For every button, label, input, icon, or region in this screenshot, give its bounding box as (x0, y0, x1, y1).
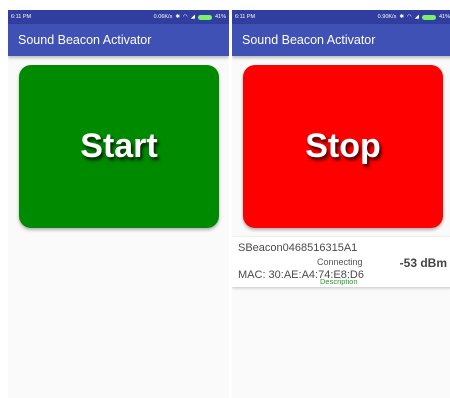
wifi-icon: ◠ (182, 14, 188, 20)
beacon-rssi: -53 dBm (399, 256, 447, 270)
network-speed: 0.06K/s (153, 14, 173, 20)
bluetooth-icon: ✱ (175, 14, 180, 20)
start-button[interactable]: Start (19, 65, 219, 228)
battery-percent: 41% (438, 14, 450, 20)
battery-icon (197, 14, 212, 20)
signal-icon: ◢ (190, 14, 195, 20)
left-phone-screen: 6:11 PM 0.06K/s ✱ ◠ ◢ 41% Sound Beacon A… (8, 10, 229, 398)
signal-icon: ◢ (414, 14, 419, 20)
battery-icon (421, 14, 436, 20)
beacon-list-item[interactable]: SBeacon0468516315A1 Connecting MAC: 30:A… (232, 237, 450, 287)
beacon-name: SBeacon0468516315A1 (238, 242, 358, 254)
status-time: 6:11 PM (11, 14, 32, 20)
app-title: Sound Beacon Activator (18, 33, 152, 47)
status-bar: 6:11 PM 0.06K/s ✱ ◠ ◢ 41% (8, 10, 229, 24)
status-time: 6:11 PM (235, 14, 256, 20)
status-icons: 0.90K/s ✱ ◠ ◢ 41% (378, 10, 450, 24)
app-title: Sound Beacon Activator (242, 33, 376, 47)
beacon-description: Description (320, 277, 358, 286)
battery-percent: 41% (214, 14, 226, 20)
network-speed: 0.90K/s (377, 14, 397, 20)
bluetooth-icon: ✱ (399, 14, 404, 20)
beacon-status: Connecting (317, 257, 363, 267)
status-bar: 6:11 PM 0.90K/s ✱ ◠ ◢ 41% (232, 10, 450, 24)
app-bar: Sound Beacon Activator (8, 24, 229, 56)
right-phone-screen: 6:11 PM 0.90K/s ✱ ◠ ◢ 41% Sound Beacon A… (232, 10, 450, 398)
stop-button[interactable]: Stop (243, 65, 443, 228)
app-bar: Sound Beacon Activator (232, 24, 450, 56)
wifi-icon: ◠ (406, 14, 412, 20)
status-icons: 0.06K/s ✱ ◠ ◢ 41% (154, 10, 226, 24)
